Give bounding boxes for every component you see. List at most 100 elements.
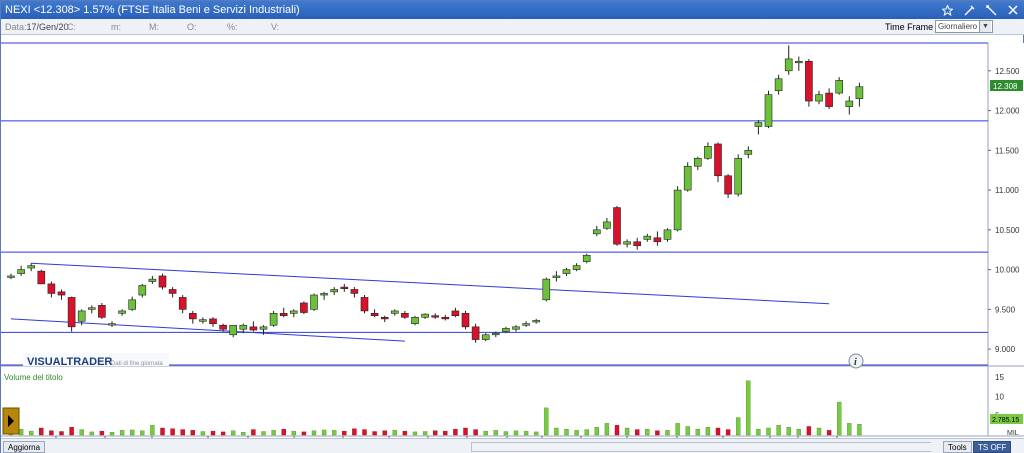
volume-bar [99,430,105,436]
candle-body [370,313,379,317]
volume-bar [847,423,852,436]
candle-body [825,92,833,107]
candle-body [592,229,601,235]
volume-bar [79,429,84,436]
volume-bar [190,430,196,436]
candle-body [835,80,844,94]
tools-button[interactable]: Tools [943,441,972,453]
volume-bar [352,428,357,436]
candle-body [572,265,581,270]
candle-body [845,100,854,107]
price-tick-label: 11.000 [995,186,1019,195]
price-tick-label: 9.000 [995,345,1016,354]
candle-body [623,241,631,245]
candle-body [754,122,763,127]
price-chart[interactable]: 12.500 12.000 11.500 11.000 10.500 10.000 9.50… [1,35,1024,453]
candle-body [27,265,36,269]
candle-body [310,294,318,310]
volume-bar [746,380,751,436]
volume-bar [261,431,266,436]
volume-bar [271,430,276,436]
candle-body [128,299,136,310]
volume-bar [342,430,347,436]
candle-body [693,157,702,167]
star-icon[interactable] [941,4,953,16]
date-field: Data:17/Gen/20 [5,22,69,32]
draw-tool-icon[interactable] [963,4,975,16]
volume-bar [170,428,175,436]
volume-bar [503,431,509,436]
candle-body [320,293,328,296]
candle-body [562,269,571,274]
candle-body [683,165,692,191]
candle-body [37,270,46,285]
volume-bar [534,431,539,436]
pct-field: %: [227,22,238,32]
scroll-left-handle[interactable] [2,407,20,435]
candle-body [259,326,268,330]
volume-bar [321,429,327,436]
volume-bar [210,430,216,436]
crosshair-icon[interactable] [985,4,997,16]
horizontal-scrollbar[interactable] [471,442,932,452]
price-tick-label: 12.000 [995,107,1020,116]
candle-body [47,283,56,294]
candle-body [269,313,278,326]
titlebar-icons [941,1,1019,19]
candle-body [673,189,682,231]
volume-bar [392,430,397,436]
app-window: NEXI <12.308> 1.57% (FTSE Italia Beni e … [0,0,1024,453]
candle-body [461,313,470,328]
volume-bar [564,428,569,436]
volume-bar [18,428,24,436]
candle-body [784,58,793,72]
volume-bar [372,431,377,436]
volume-tick-label: 15 [995,373,1004,382]
candle-body [17,269,25,274]
volume-bar [554,427,559,436]
chart-background [1,43,1024,446]
volume-bar [826,430,832,436]
volume-bar [816,427,822,436]
candle-body [714,143,722,177]
refresh-button[interactable]: Aggiorna [3,441,46,453]
volume-bar [230,430,236,436]
info-button[interactable]: i [848,353,864,369]
candle-body [522,323,530,326]
volume-bar [150,425,155,436]
volume-bar [89,431,95,436]
volume-bar [382,430,387,436]
candle-body [643,235,652,240]
candle-body [653,237,662,243]
candle-body [532,320,541,323]
watermark: VISUALTRADER Dati di fine giornata [23,353,169,368]
candle-body [249,326,258,331]
timeframe-value: Giornaliero [938,22,978,31]
volume-bar [857,424,862,436]
volume-bar [736,417,741,436]
candle-body [734,157,743,195]
candle-body [552,275,561,278]
ts-off-button[interactable]: TS OFF [973,441,1012,453]
volume-title: Volume del titolo [4,373,63,382]
volume-bar [200,431,206,436]
volume-bar [483,430,488,436]
close-icon[interactable] [1007,4,1019,16]
volume-bar [443,430,448,436]
volume-bar [715,427,721,436]
last-price-text: 12.308 [993,82,1018,91]
volume-bar [584,429,589,436]
volume-bar [766,427,771,436]
scrollbar-thumb[interactable] [472,443,932,451]
volume-bar [332,430,337,436]
volume-bar [433,430,438,436]
candle-body [229,324,237,336]
candle-body [441,316,450,320]
volume-bar [695,428,700,436]
price-tick-label: 12.500 [995,67,1020,76]
chevron-down-icon[interactable]: ▼ [979,21,991,32]
candle-body [350,289,359,294]
volume-tick-label: 10 [995,392,1004,401]
volume-bar [463,427,468,436]
candle-body [815,94,823,102]
